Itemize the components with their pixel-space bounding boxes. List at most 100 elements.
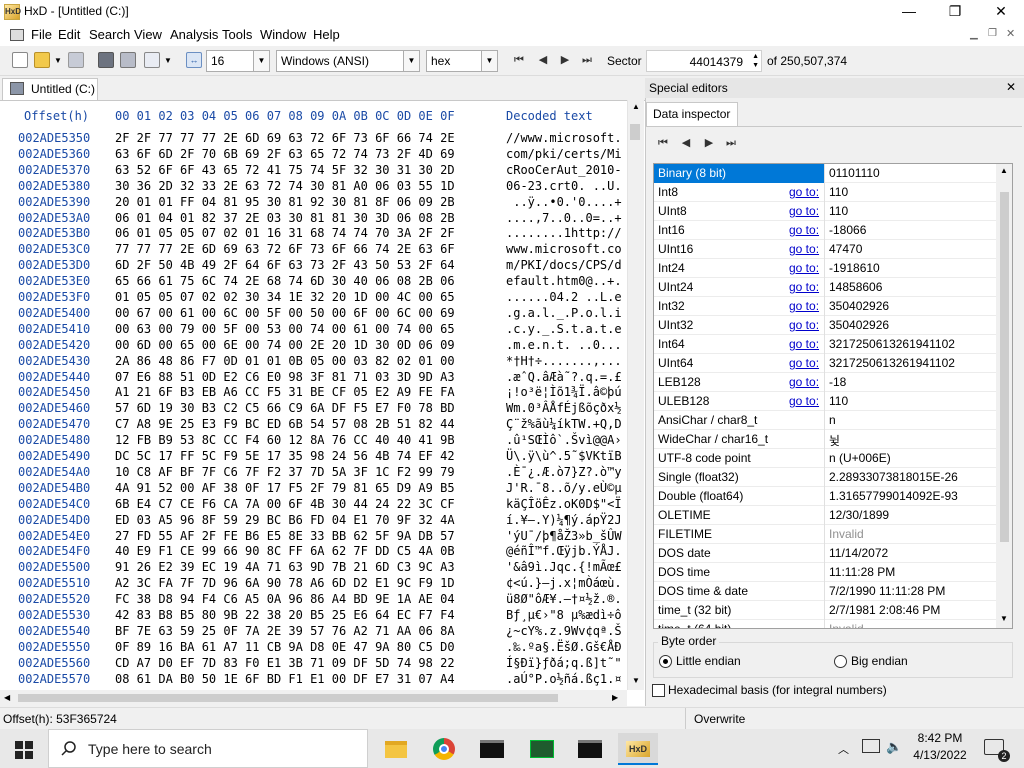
inspector-value[interactable]: 3217250613261941102 xyxy=(824,335,996,354)
scroll-right-icon[interactable]: ▶ xyxy=(612,693,618,702)
inspector-value[interactable]: -18 xyxy=(824,373,996,392)
inspector-value[interactable]: 7/2/1990 11:11:28 PM xyxy=(824,582,996,601)
charset-select[interactable]: Windows (ANSI) ▼ xyxy=(276,50,420,72)
menu-help[interactable]: Help xyxy=(313,27,340,42)
row-decoded-text[interactable]: käÇÎöÊz.oK0D$"<Ï xyxy=(506,497,622,511)
row-decoded-text[interactable]: ü8Ø"ôÆ¥.–†¤½ž.®. xyxy=(506,592,622,606)
row-decoded-text[interactable]: ¿~cY%.z.9Wv¢qª.Š xyxy=(506,624,622,638)
row-decoded-text[interactable]: 'ýU¯/þ¶åŽ3»b_šÛW xyxy=(506,529,622,543)
inspector-name-cell[interactable]: UInt8 go to: xyxy=(654,202,824,221)
menu-window[interactable]: Window xyxy=(260,27,306,42)
inspector-value[interactable]: 11/14/2072 xyxy=(824,544,996,563)
menu-edit[interactable]: Edit xyxy=(58,27,80,42)
inspector-name-cell[interactable]: ULEB128 go to: xyxy=(654,392,824,411)
export-icon[interactable] xyxy=(144,52,160,68)
row-decoded-text[interactable]: cRooCerAut_2010- xyxy=(506,163,622,177)
row-hex-bytes[interactable]: A2 3C FA 7F 7D 96 6A 90 78 A6 6D D2 E1 9… xyxy=(115,576,455,590)
row-hex-bytes[interactable]: 4A 91 52 00 AF 38 0F 17 F5 2F 79 81 65 D… xyxy=(115,481,455,495)
volume-icon[interactable]: 🔈 xyxy=(886,739,902,755)
inspector-value[interactable]: Invalid xyxy=(824,620,996,628)
inspector-name-cell[interactable]: Int16 go to: xyxy=(654,221,824,240)
inspector-value[interactable]: 350402926 xyxy=(824,297,996,316)
row-decoded-text[interactable]: m/PKI/docs/CPS/d xyxy=(506,258,622,272)
document-menu-icon[interactable] xyxy=(10,29,24,41)
inspector-name-cell[interactable]: Int24 go to: xyxy=(654,259,824,278)
goto-link[interactable]: go to: xyxy=(789,280,819,294)
inspector-value[interactable]: 350402926 xyxy=(824,316,996,335)
inspector-next-icon[interactable]: ▶ xyxy=(702,136,716,150)
hex-editor[interactable]: Offset(h) 00 01 02 03 04 05 06 07 08 09 … xyxy=(0,100,645,706)
inspector-row[interactable]: UInt64 go to: 3217250613261941102 xyxy=(654,354,996,373)
row-decoded-text[interactable]: efault.htm0@..+. xyxy=(506,274,622,288)
inspector-row[interactable]: UInt32 go to: 350402926 xyxy=(654,316,996,335)
inspector-value[interactable]: 1.31657799014092E-93 xyxy=(824,487,996,506)
inspector-value[interactable]: 12/30/1899 xyxy=(824,506,996,525)
inspector-row[interactable]: DOS date 11/14/2072 xyxy=(654,544,996,563)
inspector-value[interactable]: 2.28933073818015E-26 xyxy=(824,468,996,487)
inspector-name-cell[interactable]: WideChar / char16_t xyxy=(654,430,824,449)
mdi-minimize-icon[interactable]: ▁ xyxy=(970,29,978,40)
inspector-value[interactable]: 01101110 xyxy=(824,164,996,183)
row-hex-bytes[interactable]: 65 66 61 75 6C 74 2E 68 74 6D 30 40 06 0… xyxy=(115,274,455,288)
terminal-icon[interactable] xyxy=(472,733,512,765)
inspector-name-cell[interactable]: UTF-8 code point xyxy=(654,449,824,468)
inspector-row[interactable]: Single (float32) 2.28933073818015E-26 xyxy=(654,468,996,487)
inspector-row[interactable]: UTF-8 code point n (U+006E) xyxy=(654,449,996,468)
last-sector-icon[interactable]: ⏭ xyxy=(580,53,594,67)
inspector-value[interactable]: n xyxy=(824,411,996,430)
inspector-value[interactable]: 110 xyxy=(824,183,996,202)
hex-basis-label[interactable]: Hexadecimal basis (for integral numbers) xyxy=(668,683,887,697)
row-hex-bytes[interactable]: 2A 86 48 86 F7 0D 01 01 0B 05 00 03 82 0… xyxy=(115,354,455,368)
inspector-value[interactable]: 11:11:28 PM xyxy=(824,563,996,582)
inspector-row[interactable]: LEB128 go to: -18 xyxy=(654,373,996,392)
inspector-name-cell[interactable]: UInt32 go to: xyxy=(654,316,824,335)
inspector-name-cell[interactable]: Int8 go to: xyxy=(654,183,824,202)
inspector-row[interactable]: DOS time & date 7/2/1990 11:11:28 PM xyxy=(654,582,996,601)
inspector-name-cell[interactable]: DOS time & date xyxy=(654,582,824,601)
inspector-name-cell[interactable]: Int64 go to: xyxy=(654,335,824,354)
inspector-row[interactable]: ULEB128 go to: 110 xyxy=(654,392,996,411)
row-hex-bytes[interactable]: FC 38 D8 94 F4 C6 A5 0A 96 86 A4 BD 9E 1… xyxy=(115,592,455,606)
row-hex-bytes[interactable]: 40 E9 F1 CE 99 66 90 8C FF 6A 62 7F DD C… xyxy=(115,544,455,558)
menu-tools[interactable]: Tools xyxy=(222,27,252,42)
maximize-button[interactable]: ❐ xyxy=(932,0,978,24)
file-explorer-icon[interactable] xyxy=(376,733,416,765)
close-panel-icon[interactable]: ✕ xyxy=(1006,80,1016,94)
inspector-row[interactable]: UInt8 go to: 110 xyxy=(654,202,996,221)
scroll-up-icon[interactable]: ▲ xyxy=(632,102,640,111)
inspector-value[interactable]: -18066 xyxy=(824,221,996,240)
inspector-value[interactable]: 47470 xyxy=(824,240,996,259)
scroll-down-icon[interactable]: ▼ xyxy=(1000,614,1008,623)
menu-file[interactable]: File xyxy=(31,27,52,42)
goto-link[interactable]: go to: xyxy=(789,318,819,332)
row-hex-bytes[interactable]: 63 52 6F 6F 43 65 72 41 75 74 5F 32 30 3… xyxy=(115,163,455,177)
row-decoded-text[interactable]: .m.e.n.t. ..0... xyxy=(506,338,622,352)
goto-link[interactable]: go to: xyxy=(789,356,819,370)
row-hex-bytes[interactable]: 10 C8 AF BF 7F C6 7F F2 37 7D 5A 3F 1C F… xyxy=(115,465,455,479)
row-hex-bytes[interactable]: 63 6F 6D 2F 70 6B 69 2F 63 65 72 74 73 2… xyxy=(115,147,455,161)
open-dropdown-icon[interactable]: ▼ xyxy=(54,56,62,65)
row-decoded-text[interactable]: ¢<ú.}–j.x¦mÒáœù. xyxy=(506,576,622,590)
goto-link[interactable]: go to: xyxy=(789,375,819,389)
mdi-restore-icon[interactable]: ❐ xyxy=(988,28,997,39)
row-decoded-text[interactable]: Bƒ¸µ€›"8 µ%ædì÷ô xyxy=(506,608,622,622)
inspector-row[interactable]: Int32 go to: 350402926 xyxy=(654,297,996,316)
inspector-row[interactable]: Int16 go to: -18066 xyxy=(654,221,996,240)
row-hex-bytes[interactable]: ED 03 A5 96 8F 59 29 BC B6 FD 04 E1 70 9… xyxy=(115,513,455,527)
terminal-icon[interactable] xyxy=(570,733,610,765)
row-decoded-text[interactable]: com/pki/certs/Mi xyxy=(506,147,622,161)
goto-link[interactable]: go to: xyxy=(789,223,819,237)
minimize-button[interactable]: — xyxy=(886,0,932,24)
inspector-row[interactable]: UInt16 go to: 47470 xyxy=(654,240,996,259)
row-decoded-text[interactable]: Ç¨ž%ãù¼íkTW.+Q‚D xyxy=(506,417,622,431)
inspector-name-cell[interactable]: Binary (8 bit) xyxy=(654,164,824,183)
data-inspector-table[interactable]: Binary (8 bit) 01101110 Int8 go to: 110 UInt8… xyxy=(653,163,1013,629)
row-hex-bytes[interactable]: BF 7E 63 59 25 0F 7A 2E 39 57 76 A2 71 A… xyxy=(115,624,455,638)
row-hex-bytes[interactable]: 77 77 77 2E 6D 69 63 72 6F 73 6F 66 74 2… xyxy=(115,242,455,256)
tab-data-inspector[interactable]: Data inspector xyxy=(646,102,738,126)
row-hex-bytes[interactable]: 57 6D 19 30 B3 C2 C5 66 C9 6A DF F5 E7 F… xyxy=(115,401,455,415)
new-file-icon[interactable] xyxy=(12,52,28,68)
row-decoded-text[interactable]: .û¹SŒÌô`.Švì@@A› xyxy=(506,433,622,447)
row-hex-bytes[interactable]: C7 A8 9E 25 E3 F9 BC ED 6B 54 57 08 2B 5… xyxy=(115,417,455,431)
goto-link[interactable]: go to: xyxy=(789,394,819,408)
